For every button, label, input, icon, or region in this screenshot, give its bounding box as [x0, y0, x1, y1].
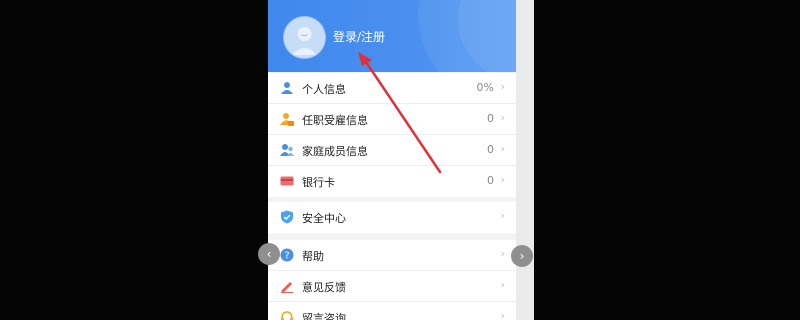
menu-item-value: 0	[487, 143, 494, 156]
menu-item-value: 0%	[476, 81, 494, 94]
menu-item-help[interactable]: ? 帮助 ›	[268, 240, 516, 271]
shield-icon	[281, 210, 293, 224]
svg-text:?: ?	[284, 251, 289, 262]
chevron-right-icon: ›	[500, 173, 505, 186]
menu-item-security-center[interactable]: 安全中心 ›	[268, 202, 516, 233]
pen-icon	[281, 282, 293, 293]
menu-item-employment-info[interactable]: 任职受雇信息 0 ›	[268, 104, 516, 135]
menu-item-value: 0	[487, 112, 494, 125]
next-slide-button[interactable]: ›	[511, 245, 533, 267]
chevron-right-icon: ›	[500, 209, 505, 222]
menu-item-label: 留言咨询	[302, 312, 346, 320]
headset-icon	[281, 311, 293, 320]
profile-header: 登录/注册	[268, 0, 516, 72]
chevron-right-icon: ›	[500, 247, 505, 260]
chevron-right-icon: ›	[500, 80, 505, 93]
menu-item-feedback[interactable]: 意见反馈 ›	[268, 271, 516, 302]
question-icon: ?	[280, 248, 294, 262]
previous-slide-button[interactable]: ‹	[258, 243, 280, 265]
menu-item-value: 0	[487, 174, 494, 187]
support-group: ? 帮助 › 意见反馈 › 留言咨询 ›	[268, 240, 516, 320]
chevron-right-icon: ›	[500, 111, 505, 124]
security-group: 安全中心 ›	[268, 202, 516, 233]
menu-item-message-consult[interactable]: 留言咨询 ›	[268, 302, 516, 320]
person-briefcase-icon	[280, 113, 294, 126]
menu-item-label: 帮助	[302, 250, 324, 263]
avatar-person-icon	[284, 17, 325, 58]
login-register-link[interactable]: 登录/注册	[333, 28, 385, 45]
person-icon	[281, 82, 293, 94]
avatar[interactable]	[284, 17, 325, 58]
menu-item-personal-info[interactable]: 个人信息 0% ›	[268, 73, 516, 104]
chevron-right-icon: ›	[500, 278, 505, 291]
screen-edge	[516, 0, 534, 320]
menu-item-label: 任职受雇信息	[302, 114, 368, 127]
menu-item-label: 家庭成员信息	[302, 145, 368, 158]
menu-item-label: 个人信息	[302, 83, 346, 96]
chevron-right-icon: ›	[500, 309, 505, 320]
personal-info-group: 个人信息 0% › 任职受雇信息 0 › 家庭成员信息 0 › 银行卡 0 ›	[268, 73, 516, 197]
phone-screen: 登录/注册 个人信息 0% › 任职受雇信息 0 › 家庭成员信息 0 › 银行…	[268, 0, 534, 320]
menu-item-family-info[interactable]: 家庭成员信息 0 ›	[268, 135, 516, 166]
menu-item-label: 意见反馈	[302, 281, 346, 294]
bank-card-icon	[280, 176, 294, 186]
menu-item-bank-card[interactable]: 银行卡 0 ›	[268, 166, 516, 197]
menu-item-label: 银行卡	[302, 176, 335, 189]
chevron-right-icon: ›	[500, 142, 505, 155]
menu-item-label: 安全中心	[302, 212, 346, 225]
family-icon	[280, 144, 294, 156]
